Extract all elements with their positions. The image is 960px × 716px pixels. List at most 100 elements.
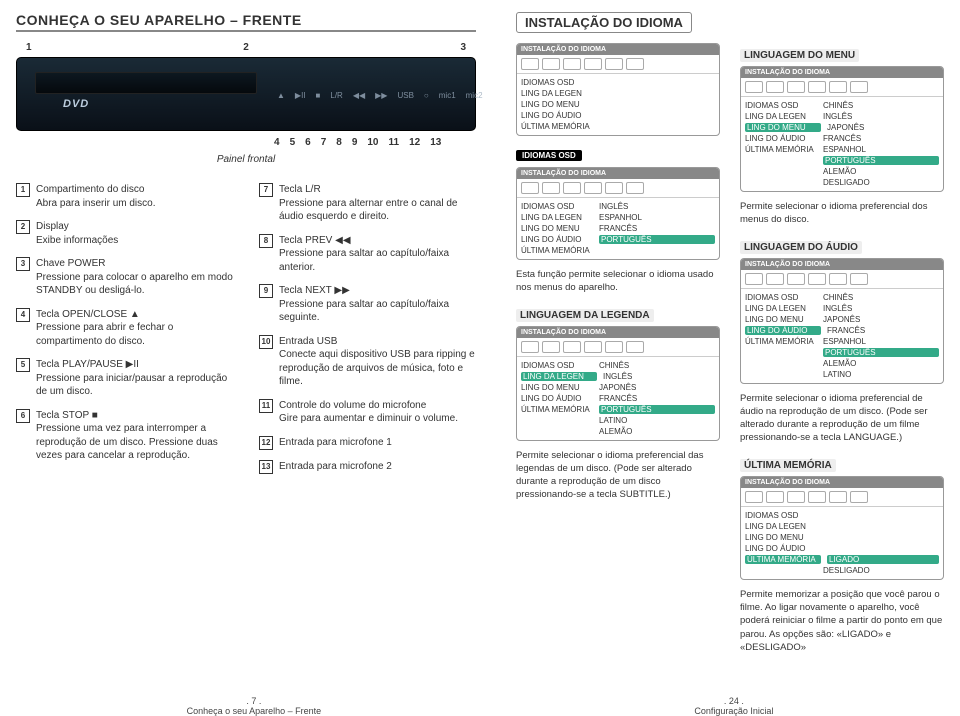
menu-row-r: INGLÊS	[603, 372, 715, 381]
menu-row-r: JAPONÊS	[599, 383, 715, 392]
menu-row-r	[823, 544, 939, 553]
menu-row-l: LING DO ÁUDIO	[745, 326, 821, 335]
menu-row-r: DESLIGADO	[823, 178, 939, 187]
menu-row: LING DO MENU	[521, 100, 593, 109]
dvd-front-panel: DVD ▲▶II■L/R◀◀▶▶USB○mic1mic2	[16, 57, 476, 131]
card-header: INSTALAÇÃO DO IDIOMA	[517, 327, 719, 338]
ll-title: LINGUAGEM DA LEGENDA	[516, 309, 654, 322]
legend-item-title: Entrada para microfone 1	[279, 436, 392, 450]
menu-row-r: ALEMÃO	[823, 359, 939, 368]
menu-row-l: IDIOMAS OSD	[521, 361, 593, 370]
callout: 11	[389, 137, 400, 148]
menu-row-l	[745, 156, 817, 165]
menu-row-l: LING DO ÁUDIO	[521, 394, 593, 403]
menu-row-l	[745, 359, 817, 368]
menu-row-l: LING DA LEGEN	[745, 112, 817, 121]
legend-item-title: Tecla OPEN/CLOSE ▲	[36, 308, 233, 322]
callout: 3	[460, 42, 466, 53]
menu-row-r: DESLIGADO	[823, 566, 939, 575]
menu-row: ÚLTIMA MEMÓRIA	[521, 122, 593, 131]
menu-row-l	[521, 416, 593, 425]
menu-row-r: PORTUGUÊS	[599, 405, 715, 414]
card-header: INSTALAÇÃO DO IDIOMA	[517, 168, 719, 179]
menu-row-r: PORTUGUÊS	[599, 235, 715, 244]
legend-number: 2	[16, 220, 30, 234]
legend-number: 7	[259, 183, 273, 197]
menu-row-l: IDIOMAS OSD	[745, 101, 817, 110]
menu-row-r: ESPANHOL	[599, 213, 715, 222]
callout: 9	[352, 137, 358, 148]
menu-row-l: IDIOMAS OSD	[745, 293, 817, 302]
panel-caption: Painel frontal	[16, 154, 476, 165]
menu-card-legend: INSTALAÇÃO DO IDIOMA IDIOMAS OSDCHINÊSLI…	[516, 326, 720, 441]
menu-card-lm: INSTALAÇÃO DO IDIOMA IDIOMAS OSDCHINÊSLI…	[740, 66, 944, 192]
osd-desc: Esta função permite selecionar o idioma …	[516, 268, 720, 295]
legend-item-title: Tecla STOP ■	[36, 409, 233, 423]
menu-row: IDIOMAS OSD	[521, 78, 593, 87]
callout: 10	[367, 137, 378, 148]
footer-right: . 24 .Configuração Inicial	[694, 696, 773, 716]
legend-number: 4	[16, 308, 30, 322]
menu-row-r: PORTUGUÊS	[823, 348, 939, 357]
legend-item: 5Tecla PLAY/PAUSE ▶IIPressione para inic…	[16, 358, 233, 399]
menu-row-l	[745, 348, 817, 357]
menu-row-r: LATINO	[823, 370, 939, 379]
osd-chip: IDIOMAS OSD	[516, 150, 582, 161]
ll-desc: Permite selecionar o idioma preferencial…	[516, 449, 720, 502]
menu-row-l: IDIOMAS OSD	[521, 202, 593, 211]
legend-item-title: Entrada para microfone 2	[279, 460, 392, 474]
menu-row: LING DO ÁUDIO	[521, 111, 593, 120]
footer-left: . 7 .Conheça o seu Aparelho – Frente	[187, 696, 322, 716]
menu-row-r	[599, 246, 715, 255]
menu-row-r: INGLÊS	[599, 202, 715, 211]
legend-item: 7Tecla L/RPressione para alternar entre …	[259, 183, 476, 224]
la-desc: Permite selecionar o idioma preferencial…	[740, 392, 944, 445]
menu-row-r: ALEMÃO	[823, 167, 939, 176]
menu-row-r	[823, 522, 939, 531]
legend-item-desc: Pressione para alternar entre o canal de…	[279, 198, 457, 223]
legend-item: 13Entrada para microfone 2	[259, 460, 476, 474]
callout: 8	[336, 137, 342, 148]
bottom-callouts: 4 5 6 7 8 9 10 11 12 13	[274, 137, 476, 148]
card-header: INSTALAÇÃO DO IDIOMA	[741, 477, 943, 488]
legend-item-title: Tecla NEXT ▶▶	[279, 284, 476, 298]
callout: 7	[321, 137, 327, 148]
legend-item-desc: Exibe informações	[36, 235, 118, 246]
menu-row-l: ÚLTIMA MEMÓRIA	[745, 145, 817, 154]
menu-row-r: LATINO	[599, 416, 715, 425]
menu-row-l: LING DA LEGEN	[521, 372, 597, 381]
legend-number: 1	[16, 183, 30, 197]
callout: 6	[305, 137, 311, 148]
legend-item-title: Chave POWER	[36, 257, 233, 271]
legend-number: 11	[259, 399, 273, 413]
menu-card-audio: INSTALAÇÃO DO IDIOMA IDIOMAS OSDCHINÊSLI…	[740, 258, 944, 384]
callout: 12	[409, 137, 420, 148]
menu-card-osd: INSTALAÇÃO DO IDIOMA IDIOMAS OSD INGLÊS LI…	[516, 167, 720, 260]
menu-row-l	[745, 370, 817, 379]
menu-row-l: LING DA LEGEN	[521, 213, 593, 222]
callout: 2	[243, 42, 249, 53]
menu-card-memory: INSTALAÇÃO DO IDIOMA IDIOMAS OSDLING DA …	[740, 476, 944, 580]
legend-item: 10Entrada USBConecte aqui dispositivo US…	[259, 335, 476, 389]
menu-row-l: LING DO ÁUDIO	[745, 544, 817, 553]
legend-item: 1Compartimento do discoAbra para inserir…	[16, 183, 233, 210]
menu-row-r: PORTUGUÊS	[823, 156, 939, 165]
legend-item: 6Tecla STOP ■Pressione uma vez para inte…	[16, 409, 233, 463]
menu-row-r: JAPONÊS	[827, 123, 939, 132]
menu-row-r: ESPANHOL	[823, 145, 939, 154]
legend-number: 12	[259, 436, 273, 450]
legend-item: 4 Tecla OPEN/CLOSE ▲Pressione para abrir …	[16, 308, 233, 349]
menu-row-r: CHINÊS	[823, 293, 939, 302]
menu-row-l: LING DO MENU	[521, 224, 593, 233]
legend-item-title: Entrada USB	[279, 335, 476, 349]
legend-number: 3	[16, 257, 30, 271]
legend-number: 10	[259, 335, 273, 349]
callout: 1	[26, 42, 32, 53]
legend-item-desc: Pressione para saltar ao capítulo/faixa …	[279, 248, 449, 273]
legend-item-desc: Pressione para abrir e fechar o comparti…	[36, 322, 173, 347]
menu-row-r: INGLÊS	[823, 112, 939, 121]
legend-item-desc: Pressione para saltar ao capítulo/faixa …	[279, 299, 449, 324]
menu-row-l: IDIOMAS OSD	[745, 511, 817, 520]
legend-item: 8Tecla PREV ◀◀Pressione para saltar ao c…	[259, 234, 476, 275]
menu-row-r: CHINÊS	[823, 101, 939, 110]
